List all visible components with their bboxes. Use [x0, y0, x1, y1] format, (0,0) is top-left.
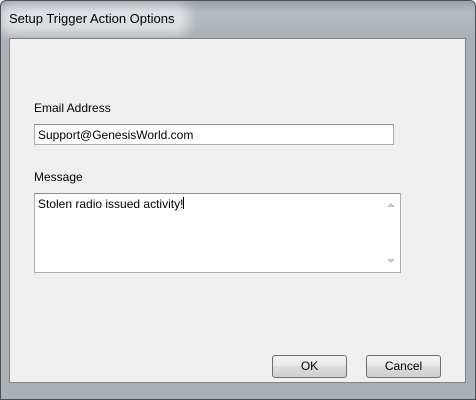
scroll-down-arrow-icon[interactable] — [387, 259, 395, 263]
message-value: Stolen radio issued activity! — [38, 197, 184, 211]
dialog-window: Setup Trigger Action Options Email Addre… — [0, 0, 476, 400]
email-address-field[interactable]: Support@GenesisWorld.com — [34, 124, 394, 145]
cancel-button[interactable]: Cancel — [366, 355, 441, 378]
dialog-client-area: Email Address Support@GenesisWorld.com M… — [9, 38, 466, 383]
message-label: Message — [34, 170, 83, 184]
message-field[interactable]: Stolen radio issued activity! — [34, 193, 401, 273]
title-bar[interactable]: Setup Trigger Action Options — [1, 1, 475, 38]
message-text-content: Stolen radio issued activity! — [38, 197, 185, 211]
scroll-up-arrow-icon[interactable] — [387, 203, 395, 207]
message-scrollbar[interactable] — [383, 194, 400, 272]
email-address-value: Support@GenesisWorld.com — [38, 128, 194, 142]
text-caret — [183, 197, 185, 209]
email-address-label: Email Address — [34, 101, 111, 115]
ok-button[interactable]: OK — [272, 355, 347, 378]
window-title: Setup Trigger Action Options — [7, 11, 183, 28]
